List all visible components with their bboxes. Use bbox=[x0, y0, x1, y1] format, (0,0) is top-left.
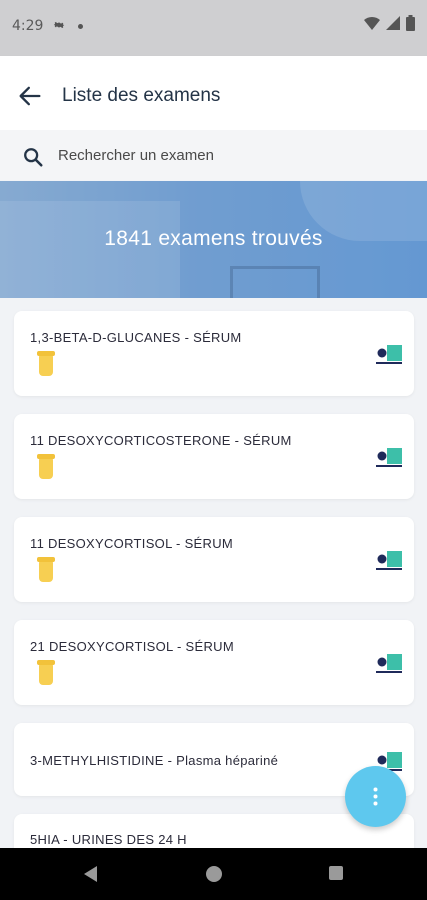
status-bar: 4:29 bbox=[0, 0, 427, 56]
tube-icon bbox=[37, 351, 55, 376]
exam-card[interactable]: 11 DESOXYCORTICOSTERONE - SÉRUM bbox=[14, 414, 414, 499]
exam-title: 1,3-BETA-D-GLUCANES - SÉRUM bbox=[30, 330, 242, 345]
status-time: 4:29 bbox=[12, 18, 44, 34]
more-vertical-icon bbox=[373, 787, 378, 806]
battery-icon bbox=[406, 15, 415, 31]
tube-icon bbox=[37, 557, 55, 582]
exam-card[interactable]: 21 DESOXYCORTISOL - SÉRUM bbox=[14, 620, 414, 705]
tube-icon bbox=[37, 660, 55, 685]
wifi-icon bbox=[364, 16, 380, 30]
results-count: 1841 examens trouvés bbox=[104, 227, 323, 250]
exam-card[interactable]: 1,3-BETA-D-GLUCANES - SÉRUM bbox=[14, 311, 414, 396]
badge-icon bbox=[376, 654, 402, 673]
nav-home-icon[interactable] bbox=[206, 866, 222, 882]
exam-list: 1,3-BETA-D-GLUCANES - SÉRUM 11 DESOXYCOR… bbox=[0, 298, 427, 848]
exam-card[interactable]: 11 DESOXYCORTISOL - SÉRUM bbox=[14, 517, 414, 602]
badge-icon bbox=[376, 551, 402, 570]
search-bar bbox=[0, 130, 427, 180]
system-nav-bar bbox=[0, 848, 427, 900]
more-options-button[interactable] bbox=[345, 766, 406, 827]
exam-title: 11 DESOXYCORTISOL - SÉRUM bbox=[30, 536, 234, 551]
app-bar: Liste des examens bbox=[0, 56, 427, 130]
arrow-back-icon[interactable] bbox=[16, 82, 44, 110]
exam-card[interactable]: 5HIA - URINES DES 24 H bbox=[14, 814, 414, 848]
signal-icon bbox=[386, 16, 400, 30]
page-title: Liste des examens bbox=[62, 85, 221, 106]
search-input[interactable] bbox=[58, 142, 398, 168]
dot-icon bbox=[78, 24, 83, 29]
tube-icon bbox=[37, 454, 55, 479]
nav-back-icon[interactable] bbox=[82, 865, 98, 883]
nav-recent-icon[interactable] bbox=[329, 866, 343, 880]
exam-title: 21 DESOXYCORTISOL - SÉRUM bbox=[30, 639, 234, 654]
search-icon bbox=[24, 148, 43, 167]
exam-title: 5HIA - URINES DES 24 H bbox=[30, 832, 187, 847]
status-right-icons bbox=[364, 15, 415, 31]
exam-title: 3-METHYLHISTIDINE - Plasma hépariné bbox=[30, 753, 279, 768]
gear-icon bbox=[53, 21, 65, 29]
exam-title: 11 DESOXYCORTICOSTERONE - SÉRUM bbox=[30, 433, 292, 448]
badge-icon bbox=[376, 448, 402, 467]
results-banner: 1841 examens trouvés bbox=[0, 181, 427, 298]
badge-icon bbox=[376, 345, 402, 364]
